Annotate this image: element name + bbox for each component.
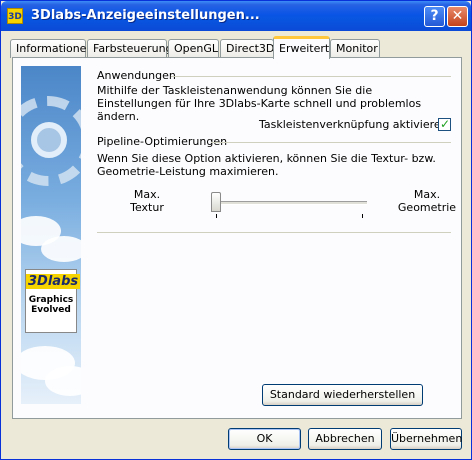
branding-banner: 3Dlabs Graphics Evolved <box>21 66 81 404</box>
app-icon: 3D <box>7 8 23 24</box>
slider-min-label-line2: Textur <box>130 201 164 214</box>
slider-tick-max <box>362 214 363 218</box>
dialog-window: 3D 3Dlabs-Anzeigeeinstellungen... ? ✕ In… <box>0 0 472 460</box>
slider-max-label-line1: Max. <box>413 188 441 201</box>
cancel-button[interactable]: Abbrechen <box>308 428 382 450</box>
optimization-slider-track[interactable] <box>217 201 367 205</box>
logo-mark: 3Dlabs <box>26 274 81 289</box>
applications-heading: Anwendungen <box>97 69 176 82</box>
check-icon: ✓ <box>440 117 451 131</box>
tab-farbsteuerung[interactable]: Farbsteuerung <box>87 39 173 58</box>
window-title: 3Dlabs-Anzeigeeinstellungen... <box>31 8 260 23</box>
close-button[interactable]: ✕ <box>447 6 468 27</box>
cloud-graphic <box>45 366 81 396</box>
pipeline-description: Wenn Sie diese Option aktivieren, können… <box>97 152 436 178</box>
cloud-graphic <box>41 236 81 262</box>
slider-max-label-line2: Geometrie <box>397 201 457 214</box>
tab-opengl[interactable]: OpenGL <box>168 39 219 58</box>
slider-tick-min <box>216 214 217 218</box>
restore-defaults-button[interactable]: Standard wiederherstellen <box>262 384 423 406</box>
tab-informationen[interactable]: Informationen <box>10 39 93 58</box>
applications-divider <box>171 76 451 77</box>
tab-monitor[interactable]: Monitor <box>330 39 380 58</box>
logo-tagline-2: Evolved <box>31 305 71 315</box>
taskbar-shortcut-label: Taskleistenverknüpfung aktivieren: <box>259 118 452 131</box>
tab-direct3d[interactable]: Direct3D <box>220 39 274 58</box>
logo-tagline-1: Graphics <box>28 295 74 305</box>
taskbar-shortcut-checkbox[interactable]: ✓ <box>438 117 451 131</box>
tab-erweitert[interactable]: Erweitert <box>273 36 330 59</box>
apply-button[interactable]: Übernehmen <box>390 428 462 450</box>
slider-min-label-line1: Max. <box>133 188 161 201</box>
ok-button[interactable]: OK <box>228 428 301 450</box>
optimization-slider-thumb[interactable] <box>211 192 221 212</box>
tab-panel-erweitert: 3Dlabs Graphics Evolved Anwendungen Mith… <box>12 57 462 419</box>
help-button[interactable]: ? <box>424 6 445 27</box>
pipeline-heading: Pipeline-Optimierungen <box>97 135 228 148</box>
slider-max-label: Max. Geometrie <box>397 188 457 214</box>
section-divider <box>97 232 451 233</box>
slider-min-label: Max. Textur <box>127 188 167 214</box>
pipeline-divider <box>211 142 451 143</box>
3dlabs-logo: 3Dlabs Graphics Evolved <box>25 269 81 333</box>
gear-hub-graphic <box>31 122 67 158</box>
title-bar[interactable]: 3D 3Dlabs-Anzeigeeinstellungen... ? ✕ <box>1 1 471 31</box>
